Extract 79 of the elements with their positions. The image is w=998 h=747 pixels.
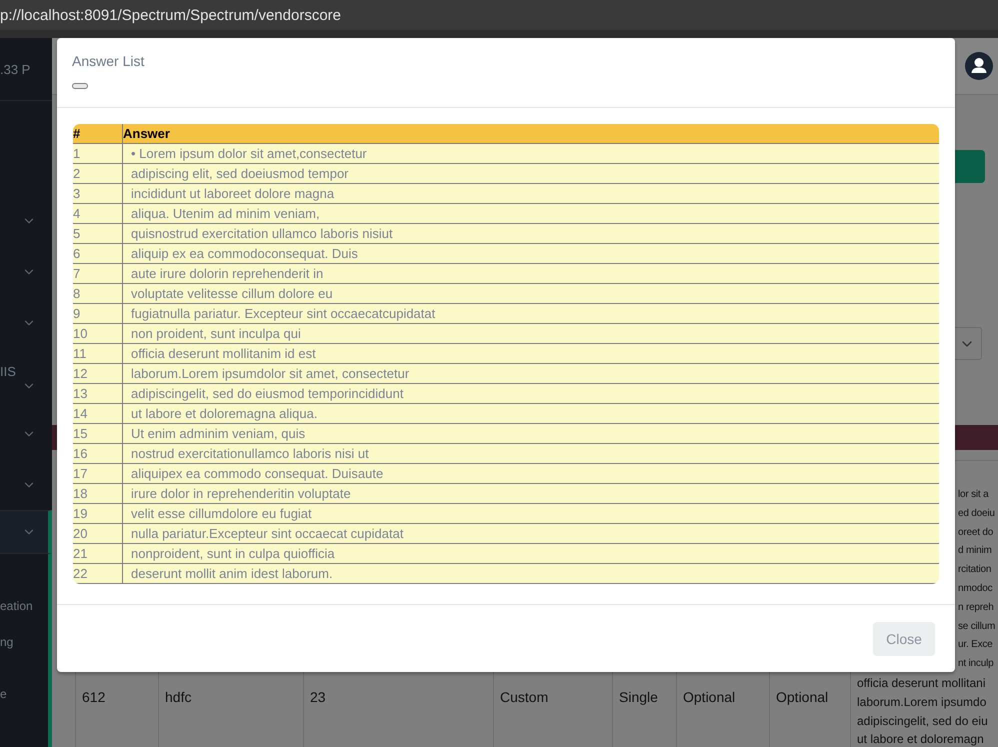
table-cell: aute irure dolorin reprehenderit in [122,264,939,284]
cell-text-line: nmodoc [958,582,992,596]
table-cell: irure dolor in reprehenderitin voluptate [122,484,939,504]
table-cell: nostrud exercitationullamco laboris nisi ut [122,444,939,464]
table-cell: 16 [73,444,122,464]
table-cell: 6 [73,244,122,264]
table-cell: non proident, sunt inculpa qui [122,324,939,344]
dialog-title: Answer List [72,53,146,69]
table-cell: 4 [73,204,122,224]
sidebar-item[interactable] [0,510,52,554]
table-cell-text: Optional [776,689,830,705]
table-cell: 17 [73,464,122,484]
table-cell: 1 [73,144,122,164]
table-cell: 9 [73,304,122,324]
table-cell: deserunt mollit anim idest laborum. [122,564,939,584]
cell-text-line: lor sit a [958,488,988,502]
table-cell-text: Optional [683,689,736,705]
table-cell: adipiscing elit, sed doeiusmod tempor [122,164,939,184]
cell-text-line: n repreh [958,600,994,615]
table-cell-text: 23 [310,689,327,705]
table-cell: 15 [73,424,122,444]
table-cell: quisnostrud exercitation ullamco laboris nisiut [122,224,939,244]
table-cell: 12 [73,364,122,384]
table-cell: ut labore et doloremagna aliqua. [122,404,939,424]
table-cell: 10 [73,324,122,344]
table-cell: officia deserunt mollitanim id est [122,344,939,364]
cell-text-line: ur. Exce [958,638,993,652]
table-cell: • Lorem ipsum dolor sit amet,consectetur [122,144,939,164]
table-cell: 19 [73,504,122,524]
table-header-cell: # [73,124,122,144]
table-header-cell: Answer [122,124,939,144]
table-cell: 14 [73,404,122,424]
table-cell: adipiscingelit, sed do eiusmod temporincididunt [122,384,939,404]
table-cell: 18 [73,484,122,504]
sidebar-item[interactable]: IIS [0,348,52,408]
table-cell: velit esse cillumdolore eu fugiat [122,504,939,524]
table-cell: 3 [73,184,122,204]
sidebar-label: IIS [0,364,16,378]
cell-text-line: ed doeiu [958,506,995,521]
cell-text-line: ut labore et doloremagn [857,731,984,747]
table-cell: aliquip ex ea commodoconsequat. Duis [122,244,939,264]
sidebar-subitem[interactable]: e [0,684,48,720]
cell-text-line: adipiscingelit, sed do eiu [857,712,988,730]
table-cell: 8 [73,284,122,304]
url-text[interactable]: p://localhost:8091/Spectrum/Spectrum/vendorscore [0,6,342,24]
table-cell: 5 [73,224,122,244]
table-cell: aliquipex ea commodo consequat. Duisaute [122,464,939,484]
table-cell: voluptate velitesse cillum dolore eu [122,284,939,304]
table-cell-text: Custom [500,689,550,705]
table-cell-text: 612 [82,689,106,705]
sidebar-subitem[interactable]: ng [0,632,48,684]
cell-text-line: rcitation [958,563,992,578]
table-cell: 11 [73,344,122,364]
cell-text-line: oreet do [958,526,994,540]
table-cell: 22 [73,564,122,584]
table-cell-text: hdfc [165,689,192,705]
table-cell-text: Single [619,689,659,705]
cell-text-line: laborum.Lorem ipsumdo [857,694,986,711]
table-cell: laborum.Lorem ipsumdolor sit amet, consectetur [122,364,939,384]
small-button[interactable] [72,83,88,89]
sidebar-subitem[interactable]: eation [0,596,48,632]
table-cell: nonproident, sunt in culpa quiofficia [122,544,939,564]
cell-text-line: officia deserunt mollitani [857,674,986,692]
table-cell: incididunt ut laboreet dolore magna [122,184,939,204]
sidebar-header-text: .33 P [0,62,30,76]
table-cell: 2 [73,164,122,184]
table-cell: fugiatnulla pariatur. Excepteur sint occaecatcupidatat [122,304,939,324]
cell-text-line: d minim [958,544,992,558]
table-cell: 13 [73,384,122,404]
user-icon[interactable] [965,52,993,80]
table-cell: aliqua. Utenim ad minim veniam, [122,204,939,224]
cell-text-line: se cillum [958,620,996,634]
table-cell: Ut enim adminim veniam, quis [122,424,939,444]
cell-text-line: nt inculp [958,657,994,672]
table-cell: 7 [73,264,122,284]
close-button[interactable]: Close [873,622,935,656]
table-cell: 20 [73,524,122,544]
table-cell: 21 [73,544,122,564]
table-cell: nulla pariatur.Excepteur sint occaecat cupidatat [122,524,939,544]
